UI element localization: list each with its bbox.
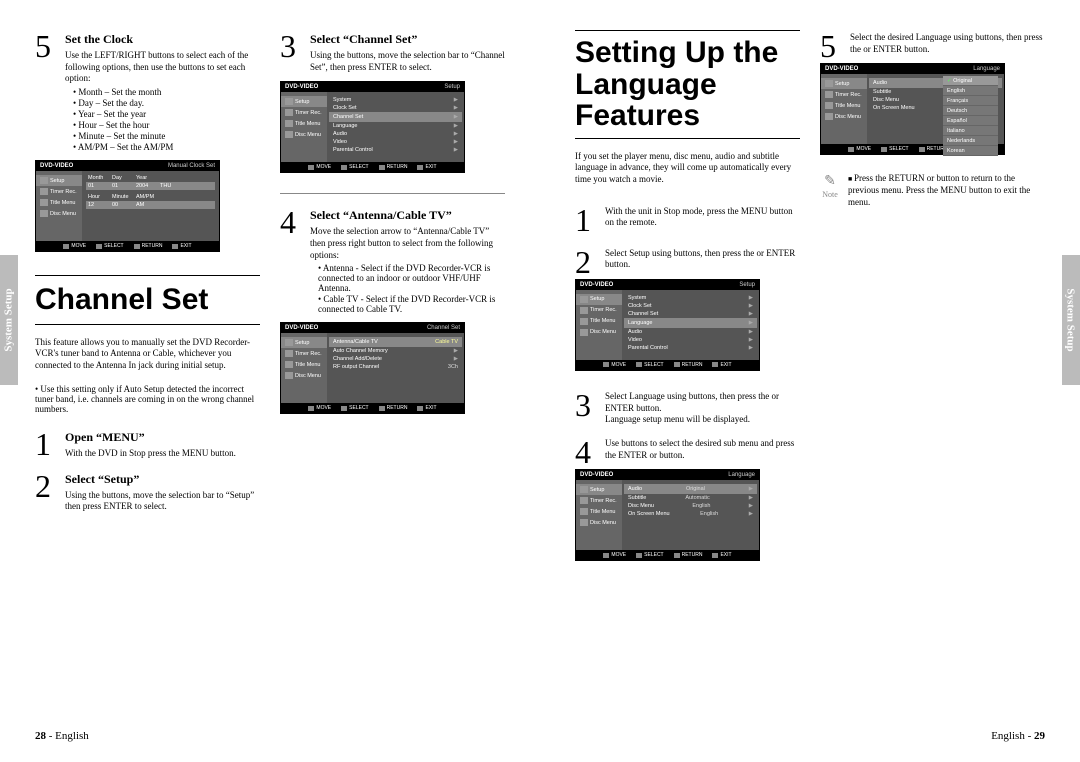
step-1-menu: 1 With the unit in Stop mode, press the …: [575, 204, 800, 236]
step-title: Select “Antenna/Cable TV”: [310, 208, 505, 223]
side-tab-right: System Setup: [1062, 255, 1080, 385]
step-title: Open “MENU”: [65, 430, 260, 445]
section-intro: If you set the player menu, disc menu, a…: [575, 151, 800, 186]
step-number: 1: [35, 428, 57, 460]
step-number: 1: [575, 204, 597, 236]
step-3-channel-set: 3 Select “Channel Set” Using the buttons…: [280, 30, 505, 181]
page-28: System Setup 5 Set the Clock Use the LEF…: [0, 0, 540, 762]
step-text: Language setup menu will be displayed.: [605, 414, 800, 426]
page-footer-right: English - 29: [991, 730, 1045, 742]
step-text: Using the buttons, move the selection ba…: [310, 50, 505, 73]
step-5-select-language: 5 Select the desired Language using butt…: [820, 30, 1045, 163]
section-title-channel-set: Channel Set: [35, 275, 260, 325]
step-text: Select Setup using buttons, then press t…: [605, 248, 800, 271]
step-title: Select “Setup”: [65, 472, 260, 487]
osd-clock-screenshot: DVD-VIDEOManual Clock Set Setup Timer Re…: [35, 160, 220, 252]
section-title-language: Setting Up the Language Features: [575, 37, 800, 132]
step-4-submenu: 4 Use buttons to select the desired sub …: [575, 436, 800, 569]
step-text: Select the desired Language using button…: [850, 32, 1045, 55]
left-column-1: 5 Set the Clock Use the LEFT/RIGHT butto…: [35, 30, 260, 702]
step-3-language: 3 Select Language using buttons, then pr…: [575, 389, 800, 426]
step-bullets: Month – Set the month Day – Set the day.…: [73, 87, 260, 152]
step-2-setup: 2 Select Setup using buttons, then press…: [575, 246, 800, 379]
step-text: Select Language using buttons, then pres…: [605, 391, 800, 414]
step-number: 3: [575, 389, 597, 426]
section-intro: This feature allows you to manually set …: [35, 337, 260, 372]
step-bullets: Antenna - Select if the DVD Recorder-VCR…: [318, 263, 505, 314]
osd-setup-screenshot: DVD-VIDEOSetup Setup Timer Rec. Title Me…: [575, 279, 760, 371]
osd-channel-screenshot: DVD-VIDEOChannel Set Setup Timer Rec. Ti…: [280, 322, 465, 414]
right-column-1: Setting Up the Language Features If you …: [575, 30, 800, 702]
note-box: Note Press the RETURN or button to retur…: [820, 173, 1045, 208]
note-text: Press the RETURN or button to return to …: [848, 173, 1045, 208]
note-icon: Note: [820, 173, 840, 208]
osd-language-screenshot: DVD-VIDEOLanguage Setup Timer Rec. Title…: [575, 469, 760, 561]
step-text: With the unit in Stop mode, press the ME…: [605, 206, 800, 229]
section-note: Use this setting only if Auto Setup dete…: [35, 384, 260, 414]
step-text: Use buttons to select the desired sub me…: [605, 438, 800, 461]
step-1-menu: 1 Open “MENU” With the DVD in Stop press…: [35, 428, 260, 460]
step-title: Select “Channel Set”: [310, 32, 505, 47]
step-title: Set the Clock: [65, 32, 260, 47]
step-text: Using the buttons, move the selection ba…: [65, 490, 260, 513]
step-text: Move the selection arrow to “Antenna/Cab…: [310, 226, 505, 261]
osd-language-submenu-screenshot: DVD-VIDEOLanguage Setup Timer Rec. Title…: [820, 63, 1005, 155]
step-2-setup: 2 Select “Setup” Using the buttons, move…: [35, 470, 260, 513]
step-text: Use the LEFT/RIGHT buttons to select eac…: [65, 50, 260, 85]
page-spread: System Setup 5 Set the Clock Use the LEF…: [0, 0, 1080, 762]
right-column-2: 5 Select the desired Language using butt…: [820, 30, 1045, 702]
page-29: System Setup Setting Up the Language Fea…: [540, 0, 1080, 762]
page-footer-left: 28 - English: [35, 730, 89, 742]
left-column-2: 3 Select “Channel Set” Using the buttons…: [280, 30, 505, 702]
step-number: 2: [35, 470, 57, 513]
osd-setup-screenshot: DVD-VIDEOSetup Setup Timer Rec. Title Me…: [280, 81, 465, 173]
side-tab-left: System Setup: [0, 255, 18, 385]
step-text: With the DVD in Stop press the MENU butt…: [65, 448, 260, 460]
step-4-antenna: 4 Select “Antenna/Cable TV” Move the sel…: [280, 206, 505, 422]
divider: [280, 193, 505, 194]
step-5-clock: 5 Set the Clock Use the LEFT/RIGHT butto…: [35, 30, 260, 260]
